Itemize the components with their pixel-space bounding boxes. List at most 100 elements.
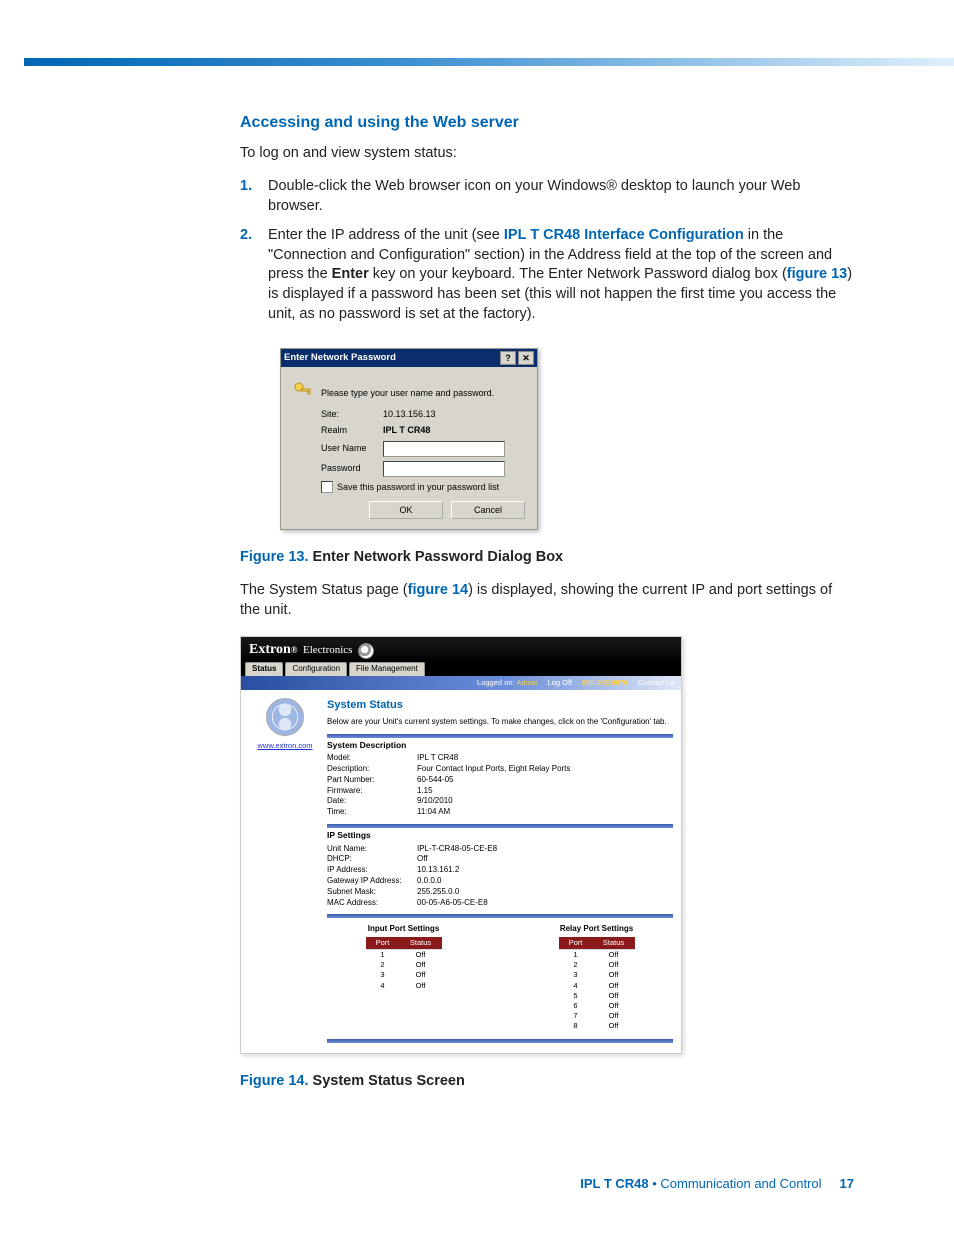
dialog-titlebar: Enter Network Password ? ✕ [281,349,537,367]
figure-14: Extron® Electronics Status Configuration… [240,636,854,1054]
tab-status[interactable]: Status [245,662,283,676]
status-cell: Off [400,950,442,960]
status-cell: Off [593,1021,635,1031]
date-label: Date: [327,796,417,807]
tab-file-management[interactable]: File Management [349,662,425,676]
text-fragment: The System Status page ( [240,582,408,598]
realm-label: Realm [321,424,383,436]
part-number-value: 60-544-05 [417,775,673,786]
time-label: Time: [327,807,417,818]
footer-separator: • [649,1176,661,1191]
port-cell: 6 [559,1001,593,1011]
figure-label: Figure 14. [240,1073,313,1089]
save-password-label: Save this password in your password list [337,481,499,493]
tab-bar: Status Configuration File Management [241,662,681,676]
section-bar [327,1039,673,1043]
status-cell: Off [400,960,442,970]
description-value: Four Contact Input Ports, Eight Relay Po… [417,764,673,775]
brand-name: Extron® Electronics [249,641,352,660]
close-icon[interactable]: ✕ [518,351,534,365]
brand-header: Extron® Electronics [241,637,681,662]
status-cell: Off [593,1001,635,1011]
status-cell: Off [593,960,635,970]
unit-name-value: IPL-T-CR48-05-CE-E8 [417,844,673,855]
input-port-table: Input Port Settings PortStatus 1Off 2Off… [366,924,442,1031]
part-number-label: Part Number: [327,775,417,786]
cancel-button[interactable]: Cancel [451,501,525,519]
port-cell: 3 [366,970,400,980]
figure-ref-link[interactable]: figure 14 [408,582,468,598]
status-cell: Off [593,1011,635,1021]
description-label: Description: [327,764,417,775]
step-text: Double-click the Web browser icon on you… [268,177,854,216]
status-bar: Logged on: Admin Log Off 800.633.9876 Co… [241,676,681,690]
input-port-header: Input Port Settings [366,924,442,935]
xref-link[interactable]: IPL T CR48 Interface Configuration [504,227,744,243]
help-icon[interactable]: ? [500,351,516,365]
figure-13-caption: Figure 13. Enter Network Password Dialog… [240,548,854,568]
unit-name-label: Unit Name: [327,844,417,855]
section-heading: Accessing and using the Web server [240,112,854,134]
key-name: Enter [332,266,369,282]
figure-title: Enter Network Password Dialog Box [313,549,564,565]
page-title: System Status [327,698,673,713]
extron-site-link[interactable]: www.extron.com [257,741,312,750]
dialog-body: Please type your user name and password.… [281,367,537,529]
col-status: Status [400,937,442,949]
step-1: 1. Double-click the Web browser icon on … [240,177,854,216]
logged-on-label: Logged on: [477,678,515,687]
footer-page-number: 17 [840,1176,854,1191]
step-2: 2. Enter the IP address of the unit (see… [240,226,854,324]
body-paragraph: The System Status page (figure 14) is di… [240,581,854,620]
step-number: 2. [240,226,268,324]
figure-title: System Status Screen [313,1073,465,1089]
page-footer: IPL T CR48 • Communication and Control17 [0,1146,954,1221]
col-port: Port [366,937,400,949]
page-content: Accessing and using the Web server To lo… [0,66,954,1146]
left-column: www.extron.com [249,698,321,1045]
firmware-value: 1.15 [417,786,673,797]
gateway-value: 0.0.0.0 [417,876,673,887]
password-dialog: Enter Network Password ? ✕ Please type y… [280,348,538,530]
username-input[interactable] [383,441,505,457]
mac-address-value: 00-05-A6-05-CE-E8 [417,898,673,909]
status-cell: Off [593,970,635,980]
footer-product: IPL T CR48 [580,1176,648,1191]
status-cell: Off [400,970,442,980]
ok-button[interactable]: OK [369,501,443,519]
status-body: www.extron.com System Status Below are y… [241,690,681,1053]
logged-on-user: Admin [516,678,537,687]
port-cell: 3 [559,970,593,980]
password-input[interactable] [383,461,505,477]
col-port: Port [559,937,593,949]
section-bar [327,824,673,828]
status-cell: Off [400,981,442,991]
port-tables: Input Port Settings PortStatus 1Off 2Off… [327,924,673,1031]
model-value: IPL T CR48 [417,753,673,764]
gateway-label: Gateway IP Address: [327,876,417,887]
port-cell: 2 [559,960,593,970]
brand-logo-icon [358,643,374,659]
log-off-link[interactable]: Log Off [548,678,572,688]
figure-ref-link[interactable]: figure 13 [787,266,847,282]
port-cell: 1 [559,950,593,960]
figure-13: Enter Network Password ? ✕ Please type y… [240,342,854,530]
dhcp-label: DHCP: [327,854,417,865]
right-column: System Status Below are your Unit's curr… [327,698,673,1045]
port-cell: 2 [366,960,400,970]
ip-address-label: IP Address: [327,865,417,876]
dialog-prompt: Please type your user name and password. [321,387,494,399]
time-value: 11:04 AM [417,807,673,818]
tab-configuration[interactable]: Configuration [285,662,347,676]
port-cell: 4 [366,981,400,991]
steps-list: 1. Double-click the Web browser icon on … [240,177,854,324]
contact-us-link[interactable]: Contact Us [638,678,675,688]
password-label: Password [321,462,383,474]
save-password-checkbox[interactable] [321,481,333,493]
status-cell: Off [593,991,635,1001]
relay-port-table: Relay Port Settings PortStatus 1Off 2Off… [559,924,635,1031]
extron-logo-icon [266,698,304,736]
model-label: Model: [327,753,417,764]
site-value: 10.13.156.13 [383,408,525,420]
keys-icon [293,381,321,404]
